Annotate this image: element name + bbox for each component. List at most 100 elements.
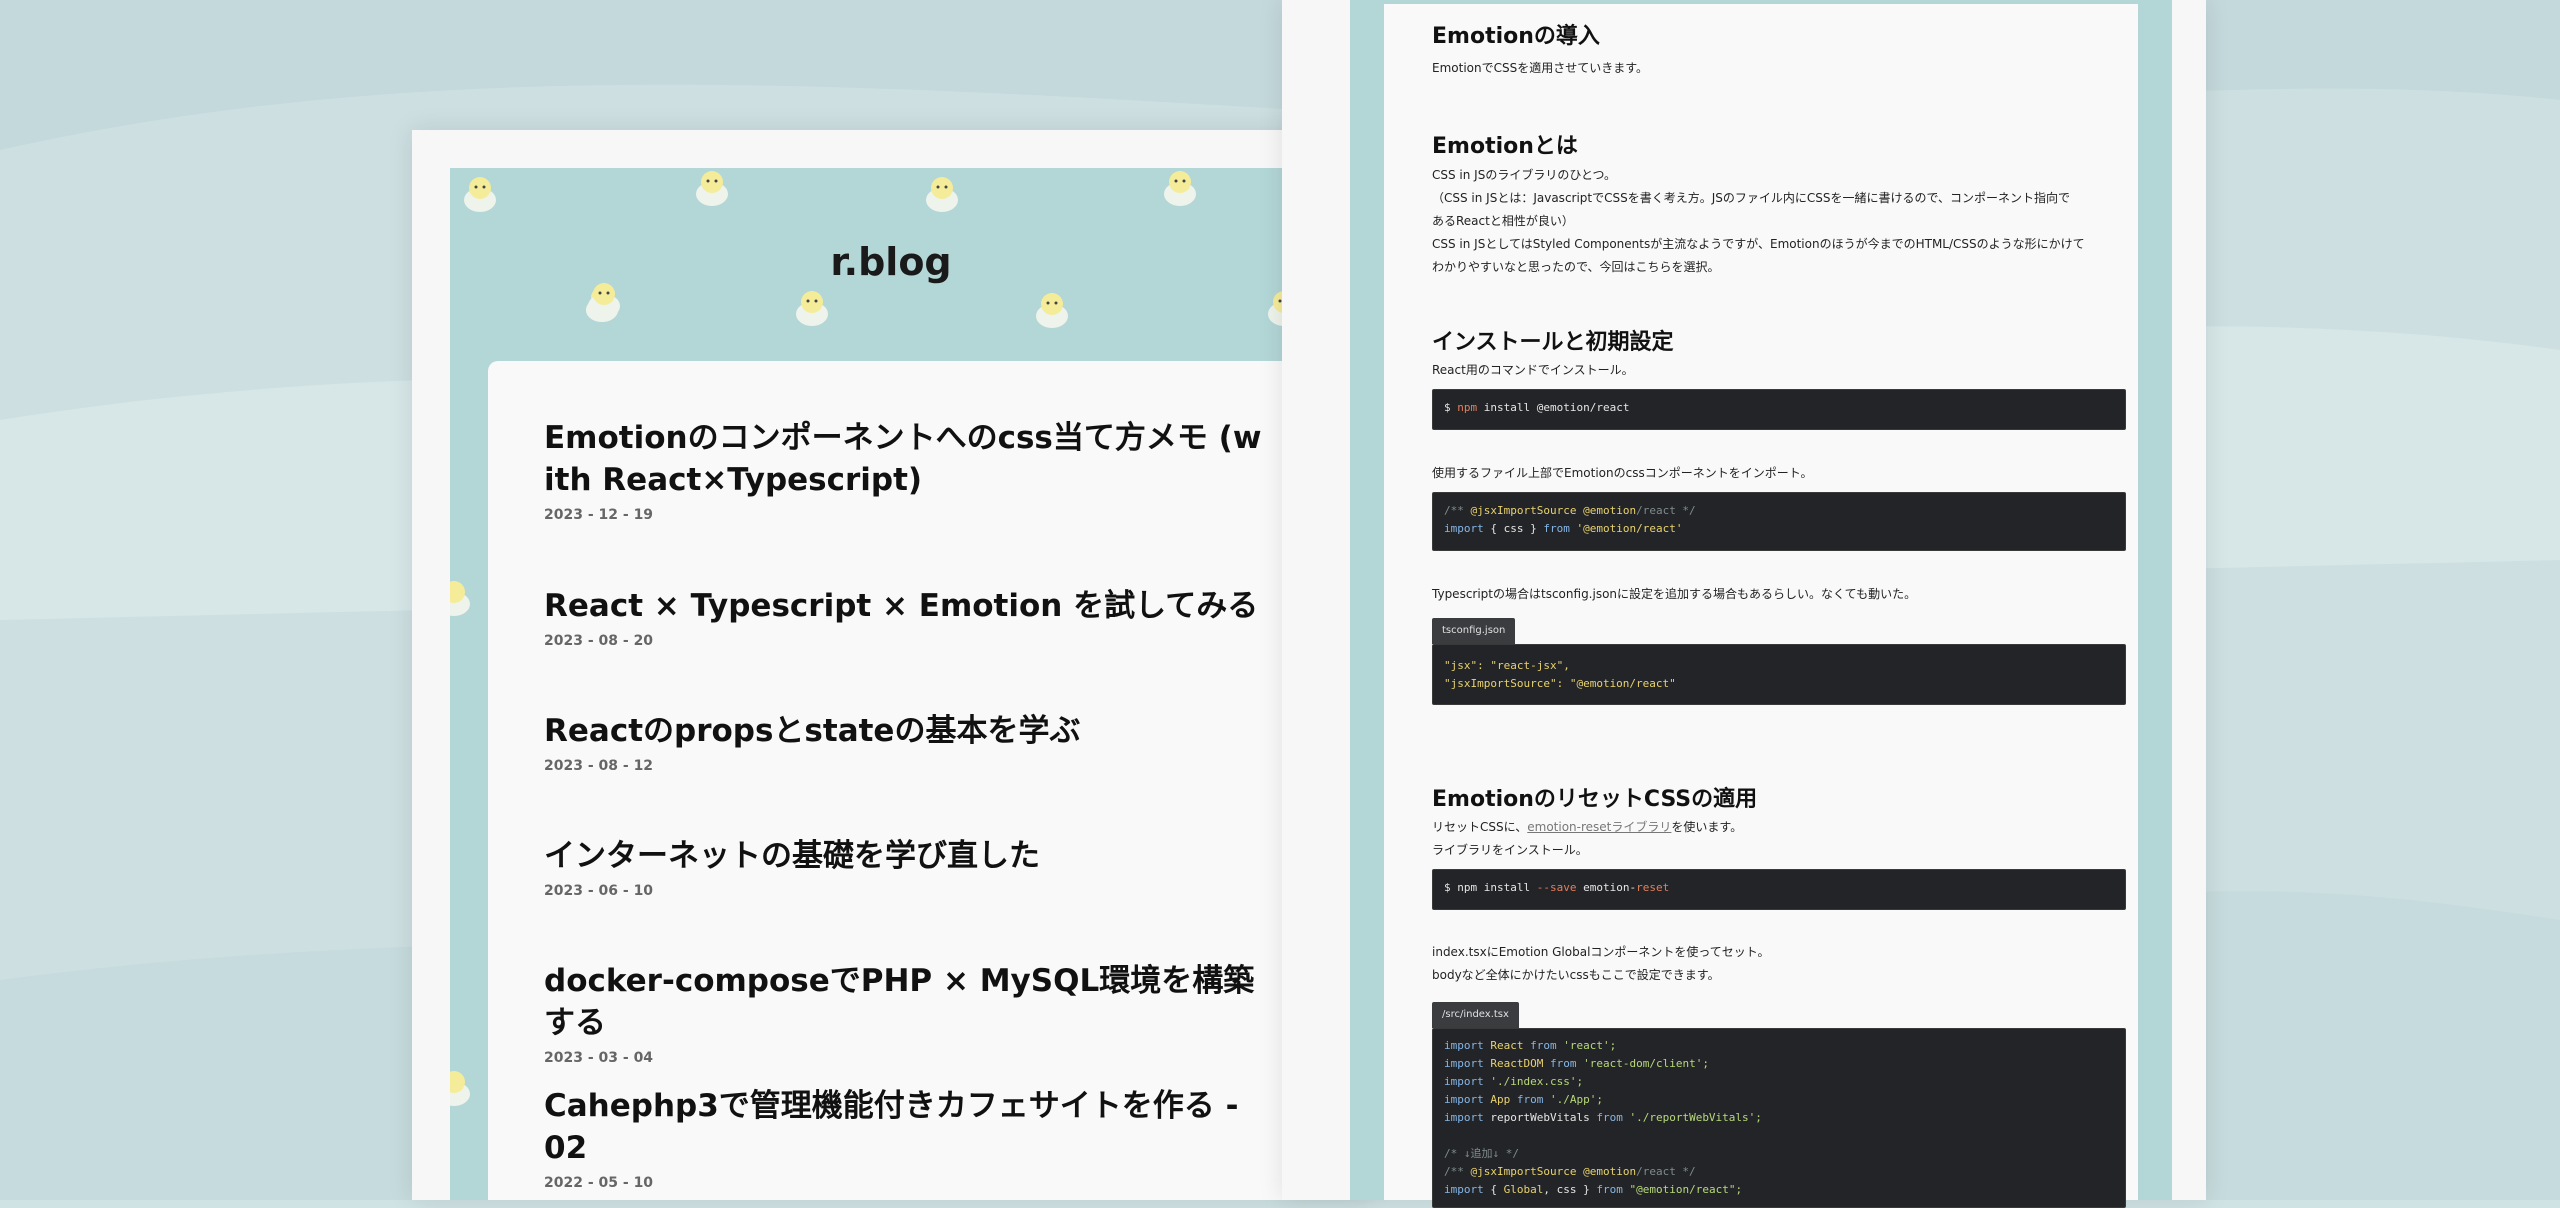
post-title[interactable]: Emotionのコンポーネントへのcss当て方メモ (with React×Ty… xyxy=(544,417,1264,501)
post-title[interactable]: インターネットの基礎を学び直した xyxy=(544,835,1264,877)
post-date: 2022 - 05 - 10 xyxy=(544,1175,654,1191)
paragraph-what-1: CSS in JSのライブラリのひとつ。 xyxy=(1432,168,1617,182)
code-token: import xyxy=(1444,1183,1484,1196)
post-date: 2023 - 03 - 04 xyxy=(544,1050,654,1066)
code-token: import xyxy=(1444,1057,1484,1070)
article-window: Emotionの導入 EmotionでCSSを適用させていきます。 Emotio… xyxy=(1282,0,2206,1208)
code-token: Global xyxy=(1503,1183,1544,1196)
chick-icon xyxy=(464,177,496,212)
code-token: @jsxImportSource @emotion xyxy=(1470,1165,1637,1178)
blog-title[interactable]: r.blog xyxy=(450,240,1332,284)
post-item[interactable]: React × Typescript × Emotion を試してみる 2023… xyxy=(544,585,1264,649)
heading-reset: EmotionのリセットCSSの適用 xyxy=(1432,787,1758,812)
code-token: reset xyxy=(1636,881,1670,894)
blog-list-window: r.blog Emotionのコンポーネントへのcss当て方メモ (with R… xyxy=(412,130,1370,1200)
paragraph-what-3: あるReactと相性が良い） xyxy=(1432,214,1574,228)
code-token: npm xyxy=(1457,401,1478,414)
post-title[interactable]: React × Typescript × Emotion を試してみる xyxy=(544,585,1264,627)
code-token: /react */ xyxy=(1636,504,1696,517)
code-line: import reportWebVitals from './reportWeb… xyxy=(1444,1109,2114,1127)
code-token: --save xyxy=(1536,881,1577,894)
post-date: 2023 - 06 - 10 xyxy=(544,883,654,899)
post-item[interactable]: Cahephp3で管理機能付きカフェサイトを作る - 02 2022 - 05 … xyxy=(544,1085,1264,1191)
code-token: from xyxy=(1549,1057,1577,1070)
post-item[interactable]: インターネットの基礎を学び直した 2023 - 06 - 10 xyxy=(544,835,1264,899)
code-token: import xyxy=(1444,1075,1484,1088)
paragraph-what-4: CSS in JSとしてはStyled Componentsが主流なようですが、… xyxy=(1432,237,2085,251)
paragraph-global-1: index.tsxにEmotion Globalコンポーネントを使ってセット。 xyxy=(1432,945,1770,959)
post-date: 2023 - 08 - 12 xyxy=(544,758,654,774)
code-token: $ npm install xyxy=(1444,881,1537,894)
code-filename-tab: tsconfig.json xyxy=(1432,618,1516,644)
code-token: './App'; xyxy=(1543,1093,1603,1106)
post-title[interactable]: Cahephp3で管理機能付きカフェサイトを作る - 02 xyxy=(544,1085,1264,1169)
code-token: /react */ xyxy=(1636,1165,1696,1178)
code-line: import './index.css'; xyxy=(1444,1073,2114,1091)
post-list: Emotionのコンポーネントへのcss当て方メモ (with React×Ty… xyxy=(488,361,1296,1200)
code-token: @jsxImportSource @emotion xyxy=(1470,504,1637,517)
code-line: import React from 'react'; xyxy=(1444,1037,2114,1055)
code-line: import { css } from '@emotion/react' xyxy=(1444,520,2114,538)
paragraph-what-2: （CSS in JSとは：JavascriptでCSSを書く考え方。JSのファイ… xyxy=(1432,191,2071,205)
code-token: './index.css'; xyxy=(1483,1075,1584,1088)
paragraph-install: React用のコマンドでインストール。 xyxy=(1432,363,1634,377)
code-block-reset[interactable]: $ npm install --save emotion-reset xyxy=(1432,869,2126,910)
blog-header-area: r.blog Emotionのコンポーネントへのcss当て方メモ (with R… xyxy=(450,168,1332,1200)
code-token: App xyxy=(1483,1093,1517,1106)
code-block-install[interactable]: $ npm install @emotion/react xyxy=(1432,389,2126,430)
code-token: /** xyxy=(1444,1165,1471,1178)
code-token: import xyxy=(1444,1111,1484,1124)
heading-intro: Emotionの導入 xyxy=(1432,24,1600,49)
code-token: 'react-dom/client'; xyxy=(1576,1057,1709,1070)
code-filename-tab: /src/index.tsx xyxy=(1432,1002,1519,1028)
emotion-reset-link[interactable]: emotion-resetライブラリ xyxy=(1527,820,1671,834)
code-line: import ReactDOM from 'react-dom/client'; xyxy=(1444,1055,2114,1073)
chick-icon xyxy=(588,283,620,318)
code-token: import xyxy=(1444,1093,1484,1106)
code-token: from xyxy=(1516,1093,1544,1106)
code-token: from xyxy=(1596,1183,1623,1196)
paragraph-global-2: bodyなど全体にかけたいcssもここで設定できます。 xyxy=(1432,968,1720,982)
code-token: emotion- xyxy=(1576,881,1637,894)
code-line: import { Global, css } from "@emotion/re… xyxy=(1444,1181,2114,1199)
code-token: /** xyxy=(1444,504,1471,517)
code-token: install @emotion/react xyxy=(1483,401,1630,414)
post-item[interactable]: docker-composeでPHP × MySQL環境を構築する 2023 -… xyxy=(544,960,1264,1066)
code-token: , css } xyxy=(1543,1183,1597,1196)
text-span: を使います。 xyxy=(1671,820,1743,834)
post-item[interactable]: Reactのpropsとstateの基本を学ぶ 2023 - 08 - 12 xyxy=(544,710,1264,774)
post-title[interactable]: docker-composeでPHP × MySQL環境を構築する xyxy=(544,960,1264,1044)
code-token: ReactDOM xyxy=(1483,1057,1550,1070)
code-line: /** @jsxImportSource @emotion/react */ xyxy=(1444,502,2114,520)
code-token: "@emotion/react"; xyxy=(1622,1183,1743,1196)
code-token: from xyxy=(1530,1039,1557,1052)
code-token: $ xyxy=(1444,401,1451,414)
chick-icon xyxy=(450,581,470,616)
paragraph-what-5: わかりやすいなと思ったので、今回はこちらを選択。 xyxy=(1432,260,1720,274)
code-line: /* ↓追加↓ */ xyxy=(1444,1147,1519,1160)
paragraph-reset-1: リセットCSSに、emotion-resetライブラリを使います。 xyxy=(1432,816,2132,839)
chick-icon xyxy=(1164,171,1196,206)
code-token: React xyxy=(1483,1039,1531,1052)
code-block-import[interactable]: /** @jsxImportSource @emotion/react */ i… xyxy=(1432,492,2126,551)
post-item[interactable]: Emotionのコンポーネントへのcss当て方メモ (with React×Ty… xyxy=(544,417,1264,523)
code-block-tsconfig[interactable]: "jsx": "react-jsx", "jsxImportSource": "… xyxy=(1432,644,2126,705)
chick-icon xyxy=(796,291,828,326)
code-line: /** @jsxImportSource @emotion/react */ xyxy=(1444,1163,2114,1181)
code-token: './reportWebVitals'; xyxy=(1622,1111,1762,1124)
heading-install: インストールと初期設定 xyxy=(1432,330,1674,355)
heading-what: Emotionとは xyxy=(1432,134,1578,159)
article-background: Emotionの導入 EmotionでCSSを適用させていきます。 Emotio… xyxy=(1350,0,2172,1208)
code-token: { css } xyxy=(1483,522,1544,535)
chick-icon xyxy=(926,177,958,212)
post-title[interactable]: Reactのpropsとstateの基本を学ぶ xyxy=(544,710,1264,752)
code-block-index[interactable]: import React from 'react'; import ReactD… xyxy=(1432,1028,2126,1208)
chick-icon xyxy=(696,171,728,206)
paragraph-intro: EmotionでCSSを適用させていきます。 xyxy=(1432,61,1649,75)
code-token: from xyxy=(1596,1111,1623,1124)
code-line: "jsxImportSource": "@emotion/react" xyxy=(1444,677,1676,690)
post-date: 2023 - 12 - 19 xyxy=(544,507,654,523)
code-token: '@emotion/react' xyxy=(1569,522,1683,535)
text-span: リセットCSSに、 xyxy=(1432,820,1528,834)
